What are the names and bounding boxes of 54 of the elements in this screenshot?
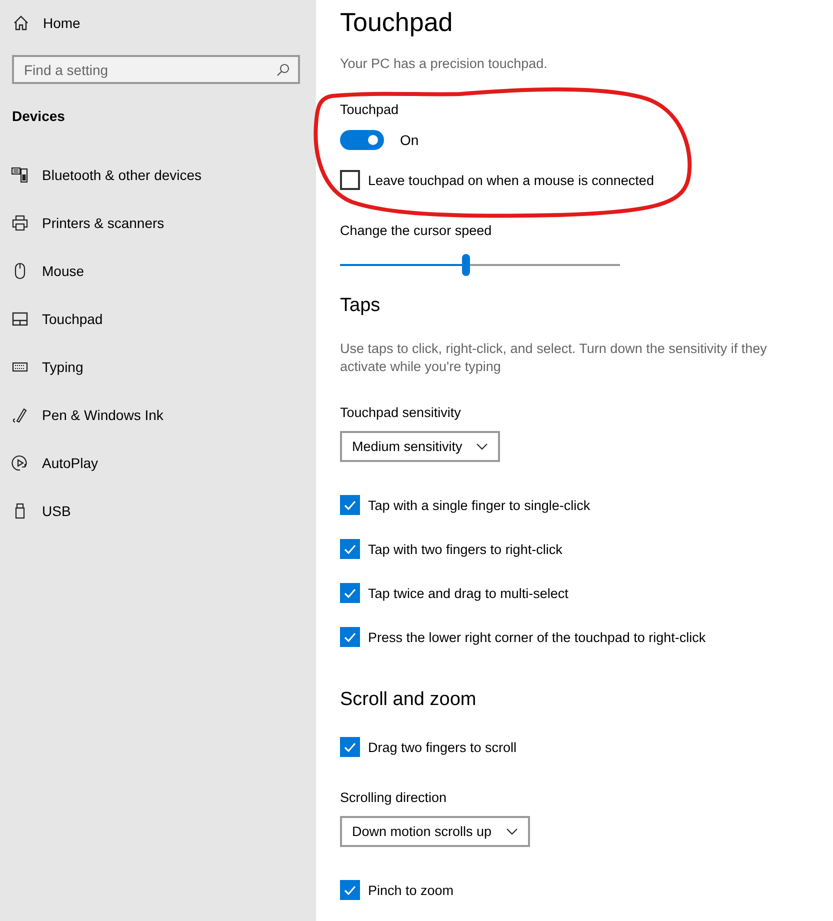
sidebar-item[interactable]: Touchpad [11, 309, 103, 329]
search-field[interactable]: Find a setting [12, 55, 300, 84]
sidebar-item[interactable]: Printers & scanners [11, 213, 164, 233]
checkbox[interactable] [340, 539, 360, 559]
slider-thumb[interactable] [462, 254, 470, 276]
checkbox-label: Tap twice and drag to multi-select [368, 586, 568, 600]
setting-label: Change the cursor speed [340, 222, 492, 240]
setting-label: Touchpad sensitivity [340, 404, 461, 422]
checkbox-label: Tap with a single finger to single-click [368, 498, 590, 512]
home-icon [13, 15, 29, 31]
check-icon [343, 883, 357, 897]
search-icon [276, 63, 290, 77]
section-heading: Taps [340, 294, 380, 318]
toggle-switch[interactable] [340, 130, 384, 150]
pen-icon [11, 406, 29, 424]
printer-icon [11, 214, 29, 232]
checkbox-label: Pinch to zoom [368, 882, 454, 898]
checkbox[interactable] [340, 737, 360, 757]
checkbox[interactable] [340, 170, 360, 190]
checkbox-label: Leave touchpad on when a mouse is connected [368, 172, 654, 188]
chevron-down-icon [506, 828, 518, 836]
sidebar-item[interactable]: Bluetooth & other devices [11, 165, 202, 185]
page-title: Touchpad [340, 6, 453, 39]
description-text: Your PC has a precision touchpad. [340, 55, 548, 73]
checkbox-label: Tap with two fingers to right-click [368, 542, 562, 556]
sidebar-item[interactable]: USB [11, 501, 71, 521]
check-icon [343, 630, 357, 644]
check-icon [343, 740, 357, 754]
checkbox-label: Drag two fingers to scroll [368, 740, 517, 754]
sidebar-item[interactable]: AutoPlay [11, 453, 98, 473]
sidebar-item[interactable]: Mouse [11, 261, 84, 281]
checkbox-label: Press the lower right corner of the touchpad to right-click [368, 630, 706, 644]
check-icon [343, 498, 357, 512]
description-text: Use taps to click, right-click, and select. Turn down the sensitivity if they activate while you're typing [340, 340, 768, 376]
section-heading: Devices [12, 107, 65, 126]
checkbox[interactable] [340, 495, 360, 515]
home-link[interactable]: Home [13, 13, 80, 33]
devices-icon [11, 166, 29, 184]
check-icon [343, 586, 357, 600]
check-icon [343, 542, 357, 556]
setting-label: Scrolling direction [340, 789, 447, 807]
dropdown[interactable]: Down motion scrolls up [340, 816, 530, 847]
touchpad-icon [11, 310, 29, 328]
play-icon [11, 454, 29, 472]
checkbox[interactable] [340, 583, 360, 603]
toggle-state-text: On [400, 132, 419, 148]
setting-label: Touchpad [340, 101, 399, 119]
checkbox[interactable] [340, 627, 360, 647]
sidebar-item[interactable]: Typing [11, 357, 84, 377]
dropdown[interactable]: Medium sensitivity [340, 431, 500, 462]
section-heading: Scroll and zoom [340, 688, 476, 712]
chevron-down-icon [476, 442, 488, 450]
checkbox[interactable] [340, 880, 360, 900]
sidebar-item[interactable]: Pen & Windows Ink [11, 405, 164, 425]
